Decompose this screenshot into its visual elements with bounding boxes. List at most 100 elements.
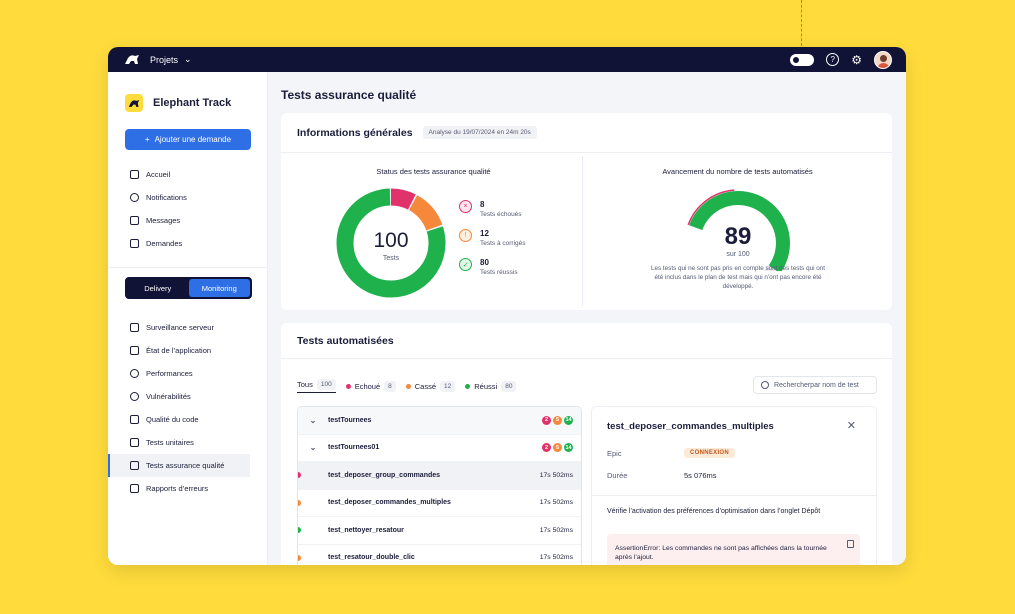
duration-value: 5s 076ms	[684, 471, 717, 480]
theme-toggle[interactable]	[790, 53, 815, 66]
test-row[interactable]: test_deposer_commandes_multiples 17s 502…	[298, 490, 581, 517]
search-icon	[761, 381, 769, 389]
test-tree: ⌄ testTournees 2 5 14 ⌄ testTournees01 251…	[297, 406, 582, 565]
epic-badge: CONNEXION	[684, 448, 736, 458]
tab-label: Réussi	[474, 381, 498, 391]
status-donut-chart: 100 Tests	[336, 188, 446, 298]
sidebar-item-label: État de l’application	[146, 346, 212, 355]
broken-dot-icon	[405, 383, 411, 389]
test-description: Vérifie l’activation des préférences d’o…	[607, 508, 821, 515]
sidebar-item-demandes[interactable]: Demandes	[108, 232, 267, 255]
decorative-dashed-line	[801, 0, 802, 46]
main-nav: Accueil Notifications Messages Demandes	[108, 163, 267, 255]
chat-icon	[130, 216, 139, 225]
sidebar-item-label: Notifications	[146, 193, 187, 202]
epic-row: Epic CONNEXION	[607, 448, 736, 458]
automated-tests-card: Tests automatisées Tous 100 Echoué 8 Cassé…	[281, 323, 892, 565]
gear-icon[interactable]: ⚙	[851, 53, 862, 67]
tab-delivery[interactable]: Delivery	[127, 279, 189, 297]
sidebar-item-accueil[interactable]: Accueil	[108, 163, 267, 186]
sidebar-item-qualite[interactable]: Qualité du code	[108, 408, 267, 431]
monitoring-nav: Surveillance serveur État de l’applicati…	[108, 316, 267, 500]
legend-to-fix: ! 12 Tests à corrigés	[459, 229, 526, 247]
project-selector[interactable]: Projets ⌄	[150, 54, 192, 65]
test-name: test_deposer_group_commandes	[328, 471, 441, 479]
pulse-icon	[130, 346, 139, 355]
legend-failed: × 8 Tests échoués	[459, 200, 526, 218]
sidebar-item-label: Tests unitaires	[146, 438, 194, 447]
mode-switch: Delivery Monitoring	[125, 277, 252, 299]
chevron-down-icon[interactable]: ⌄	[298, 416, 328, 425]
check-circle-icon: ✓	[459, 258, 472, 271]
sidebar-item-tests-qa[interactable]: Tests assurance qualité	[108, 454, 250, 477]
tab-monitoring[interactable]: Monitoring	[188, 279, 250, 297]
sidebar-item-tests-unitaires[interactable]: Tests unitaires	[108, 431, 267, 454]
automated-tests-title: Tests automatisées	[297, 334, 394, 347]
tree-subgroup[interactable]: ⌄ testTournees01 2 5 14	[298, 434, 581, 462]
gauge-value: 89	[725, 223, 752, 250]
test-row[interactable]: test_nettoyer_resatour 17s 502ms	[298, 517, 581, 545]
plus-icon: +	[144, 135, 150, 144]
epic-label: Epic	[607, 449, 622, 458]
sidebar-item-etat[interactable]: État de l’application	[108, 339, 267, 362]
elephant-logo-icon	[125, 55, 139, 64]
avatar[interactable]	[874, 50, 892, 69]
test-row[interactable]: test_resatour_double_clic 17s 502ms	[298, 545, 581, 566]
legend-label: Tests échoués	[480, 211, 522, 218]
broken-status-icon	[298, 554, 301, 561]
legend-label: Tests réussis	[480, 269, 518, 276]
sidebar-item-label: Tests assurance qualité	[146, 461, 225, 470]
tab-failed[interactable]: Echoué 8	[345, 380, 396, 392]
test-detail-panel: test_deposer_commandes_multiples ✕ Epic …	[591, 406, 877, 565]
tab-count: 80	[501, 380, 517, 392]
sidebar-item-label: Surveillance serveur	[146, 323, 214, 332]
status-title: Status des tests assurance qualité	[376, 167, 491, 176]
chevron-down-icon: ⌄	[184, 54, 192, 64]
legend-value: 8	[480, 200, 485, 209]
tree-group[interactable]: ⌄ testTournees 2 5 14	[298, 407, 581, 435]
tab-count: 12	[440, 380, 456, 392]
server-icon	[130, 323, 139, 332]
add-request-button[interactable]: + Ajouter une demande	[125, 129, 251, 150]
failed-dot-icon	[345, 383, 351, 389]
detail-title: test_deposer_commandes_multiples	[607, 421, 774, 432]
tab-label: Tous	[297, 380, 313, 389]
chevron-down-icon[interactable]: ⌄	[298, 443, 328, 452]
gauge-sub: sur 100	[726, 251, 749, 258]
copy-icon[interactable]	[847, 540, 854, 548]
sidebar-item-surveillance[interactable]: Surveillance serveur	[108, 316, 267, 339]
add-request-label: Ajouter une demande	[154, 135, 232, 144]
test-row[interactable]: test_deposer_group_commandes 17s 502ms	[298, 462, 581, 490]
top-bar: Projets ⌄ ? ⚙	[108, 47, 906, 72]
close-icon[interactable]: ✕	[847, 419, 856, 432]
legend-passed: ✓ 80 Tests réussis	[459, 258, 526, 276]
brand-name: Elephant Track	[153, 97, 232, 109]
sidebar-item-label: Qualité du code	[146, 415, 199, 424]
tab-broken[interactable]: Cassé 12	[405, 380, 456, 392]
main-content: Tests assurance qualité Informations gén…	[268, 72, 906, 565]
test-name: test_resatour_double_clic	[328, 554, 415, 562]
group-name: testTournees01	[328, 444, 380, 452]
sidebar-item-performances[interactable]: Performances	[108, 362, 267, 385]
search-input[interactable]: Rechercherpar nom de test	[753, 376, 877, 394]
failed-badge: 2	[542, 443, 551, 453]
sidebar-item-vulnerabilites[interactable]: Vulnérabilités	[108, 385, 267, 408]
error-box: AssertionError: Les commandes ne sont pa…	[607, 534, 860, 565]
progress-panel: Avancement du nombre de tests automatisé…	[587, 156, 888, 306]
tab-all[interactable]: Tous 100	[297, 379, 336, 393]
tab-passed[interactable]: Réussi 80	[465, 380, 517, 392]
passed-badge: 14	[564, 443, 573, 453]
sidebar-item-label: Accueil	[146, 170, 171, 179]
error-message: AssertionError: Les commandes ne sont pa…	[615, 545, 827, 561]
passed-badge: 14	[564, 415, 573, 425]
tab-count: 100	[316, 379, 336, 390]
lightning-icon	[130, 369, 139, 378]
sidebar: Elephant Track + Ajouter une demande Acc…	[108, 72, 268, 565]
sidebar-item-label: Messages	[146, 216, 181, 225]
legend-value: 12	[480, 229, 489, 238]
help-icon[interactable]: ?	[826, 53, 840, 66]
broken-badge: 5	[553, 443, 562, 453]
sidebar-item-messages[interactable]: Messages	[108, 209, 267, 232]
sidebar-item-rapports[interactable]: Rapports d’erreurs	[108, 477, 267, 500]
sidebar-item-notifications[interactable]: Notifications	[108, 186, 267, 209]
